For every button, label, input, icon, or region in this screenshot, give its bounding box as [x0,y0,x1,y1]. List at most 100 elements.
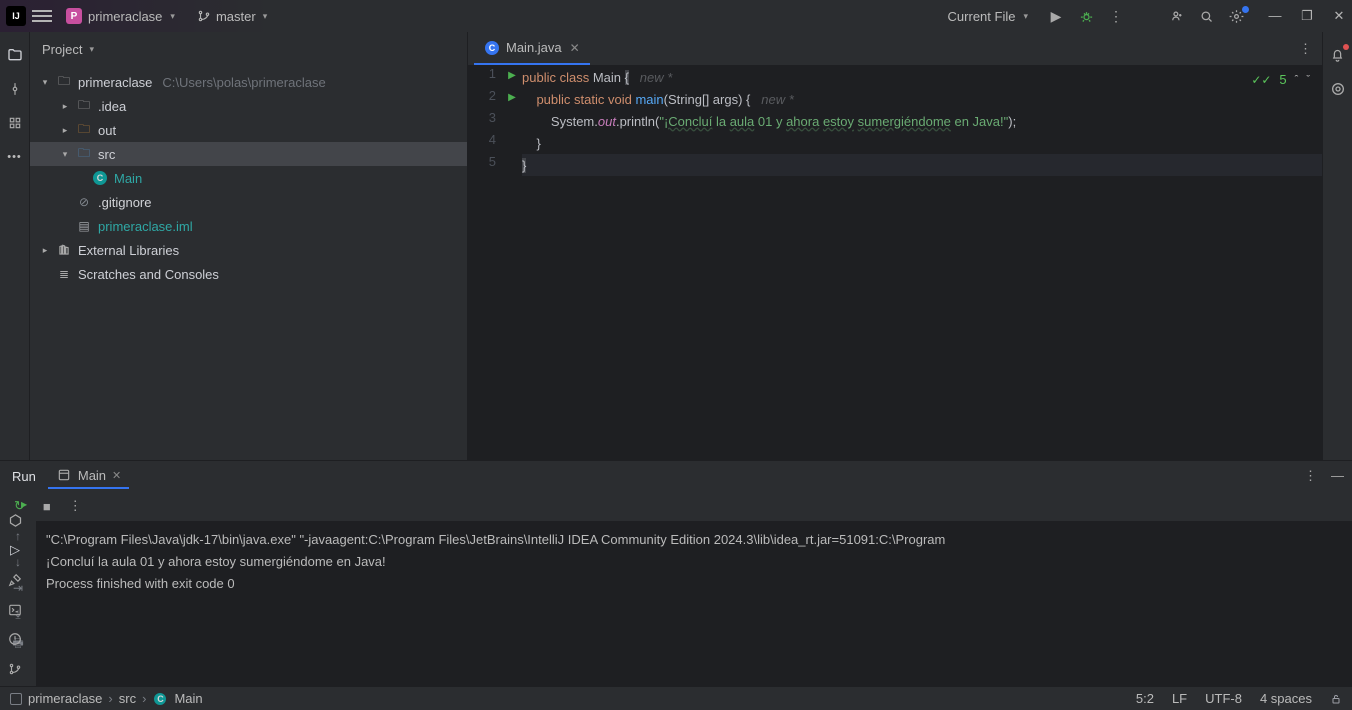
more-actions-button[interactable]: ⋮ [1106,8,1126,25]
indent-info[interactable]: 4 spaces [1260,691,1312,706]
editor-area: Main.java ✕ ⋮ ✓✓ 5 ˆ ˇ 1 2 3 4 5 [468,32,1322,460]
iml-icon: ▤ [76,218,92,234]
run-console[interactable]: "C:\Program Files\Java\jdk-17\bin\java.e… [36,521,1352,686]
run-title: Run [12,469,36,484]
editor-tab-more[interactable]: ⋮ [1299,41,1322,57]
chevron-down-icon: ▾ [89,44,94,55]
expand-toggle[interactable]: ▸ [60,125,70,136]
close-tab-icon[interactable]: ✕ [112,469,121,482]
notification-dot [1343,44,1349,50]
tree-label: .gitignore [98,195,151,210]
settings-icon[interactable] [1226,8,1246,25]
crumb[interactable]: Main [174,691,202,706]
run-config-selector[interactable]: Current File ▾ [940,6,1036,27]
stop-button[interactable]: ■ [43,499,51,514]
expand-toggle[interactable]: ▾ [60,149,70,160]
vcs-branch-selector[interactable]: master ▾ [189,6,275,27]
git-tool-button[interactable] [8,660,22,676]
expand-toggle[interactable]: ▸ [60,101,70,112]
app-icon [56,467,72,483]
prev-highlight[interactable]: ˆ [1295,74,1299,86]
project-tree: ▾ 🗀 primeraclase C:\Users\polas\primerac… [30,66,467,460]
console-line: Process finished with exit code 0 [46,573,1342,595]
class-icon [484,40,500,56]
editor-tab-main[interactable]: Main.java ✕ [474,32,590,65]
crumb[interactable]: src [119,691,136,706]
tree-label: primeraclase [78,75,152,90]
project-panel: Project ▾ ▾ 🗀 primeraclase C:\Users\pola… [30,32,468,460]
folder-icon: 🗀 [76,122,92,138]
build-tool-button[interactable] [8,572,22,588]
run-gutter-icon[interactable]: ▶ [502,66,522,88]
tree-item-scratches[interactable]: ≣ Scratches and Consoles [30,262,467,286]
tree-item-iml[interactable]: ▤ primeraclase.iml [30,214,467,238]
crumb[interactable]: primeraclase [28,691,102,706]
tree-item-idea[interactable]: ▸ 🗀 .idea [30,94,467,118]
branch-icon [197,9,211,24]
code-editor[interactable]: ✓✓ 5 ˆ ˇ 1 2 3 4 5 ▶ ▶ [468,66,1322,460]
branch-name: master [216,9,256,24]
tree-item-src[interactable]: ▾ 🗀 src [30,142,467,166]
code-with-me-icon[interactable] [1166,8,1186,25]
search-everywhere-icon[interactable] [1196,8,1216,25]
line-separator[interactable]: LF [1172,691,1187,706]
tree-item-gitignore[interactable]: ⊘ .gitignore [30,190,467,214]
run-gutter-icon[interactable]: ▶ [502,88,522,110]
tree-item-out[interactable]: ▸ 🗀 out [30,118,467,142]
services-tool-button[interactable] [8,512,23,528]
minimize-button[interactable]: — [1268,8,1282,24]
problems-tool-button[interactable] [8,631,22,647]
inspection-widget[interactable]: ✓✓ 5 ˆ ˇ [1251,72,1310,87]
titlebar: IJ P primeraclase ▾ master ▾ Current Fil… [0,0,1352,32]
notifications-button[interactable] [1329,46,1347,64]
run-more-actions[interactable]: ⋮ [69,498,82,514]
project-tool-button[interactable] [6,46,24,64]
console-line: ¡Concluí la aula 01 y ahora estoy sumerg… [46,551,1342,573]
tab-label: Main.java [506,40,562,55]
gitignore-icon: ⊘ [76,194,92,210]
run-tool-button[interactable]: ▷ [10,542,20,558]
folder-icon: 🗀 [76,98,92,114]
expand-toggle[interactable]: ▾ [40,77,50,88]
run-more-button[interactable]: ⋮ [1304,468,1317,484]
structure-tool-button[interactable] [6,114,24,132]
run-tool-window: Run Main ✕ ⋮ — ↻▶ ■ ⋮ ↑ ↓ ⇥ ⤓ 🖶 "C:\Prog… [0,460,1352,686]
commit-tool-button[interactable] [6,80,24,98]
terminal-tool-button[interactable] [8,601,22,617]
update-indicator [1242,6,1249,13]
hide-panel-button[interactable]: — [1331,468,1344,484]
project-selector[interactable]: P primeraclase ▾ [58,5,183,27]
close-button[interactable]: ✕ [1332,8,1346,24]
project-panel-header[interactable]: Project ▾ [30,32,467,66]
class-icon [92,170,108,186]
run-tab-main[interactable]: Main ✕ [48,463,129,489]
folder-icon: 🗀 [76,146,92,162]
expand-toggle[interactable]: ▸ [40,245,50,256]
project-name: primeraclase [88,9,162,24]
tree-item-external[interactable]: ▸ External Libraries [30,238,467,262]
next-highlight[interactable]: ˇ [1306,74,1310,86]
file-encoding[interactable]: UTF-8 [1205,691,1242,706]
debug-button[interactable] [1076,8,1096,25]
tree-item-main[interactable]: Main [30,166,467,190]
breadcrumb[interactable]: primeraclase › src › Main [10,691,203,707]
folder-icon: 🗀 [56,74,72,90]
inspection-count: 5 [1279,72,1286,87]
run-config-label: Current File [948,9,1016,24]
gutter-line-number: 1 [468,66,502,88]
maximize-button[interactable]: ❐ [1300,8,1314,24]
left-bottom-tool-strip: ▷ [0,512,30,686]
more-tool-button[interactable]: ••• [6,148,24,166]
tree-root[interactable]: ▾ 🗀 primeraclase C:\Users\polas\primerac… [30,70,467,94]
close-tab-icon[interactable]: ✕ [570,41,580,55]
console-line: "C:\Program Files\Java\jdk-17\bin\java.e… [46,529,1342,551]
class-icon [152,691,168,707]
caret-position[interactable]: 5:2 [1136,691,1154,706]
ai-tool-button[interactable] [1329,80,1347,98]
run-button[interactable]: ▶ [1046,8,1066,25]
run-tab-label: Main [78,468,106,483]
library-icon [56,242,72,258]
main-menu-button[interactable] [32,6,52,26]
readonly-toggle[interactable] [1330,691,1342,706]
project-panel-title: Project [42,42,82,57]
